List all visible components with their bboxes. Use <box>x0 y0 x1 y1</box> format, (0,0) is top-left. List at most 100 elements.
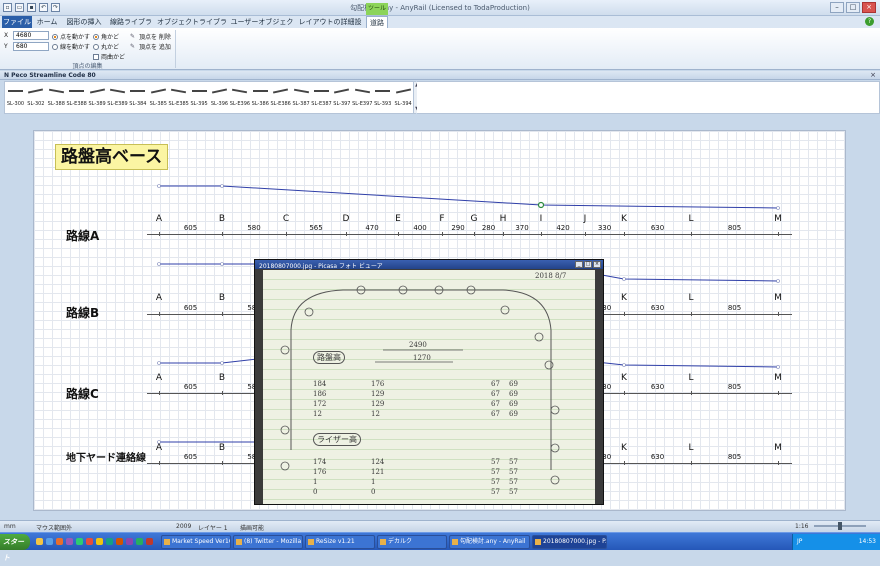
tab-object-library[interactable]: オブジェクトライブラリ <box>157 16 227 38</box>
double-curve-corner-option[interactable]: 両曲かど <box>93 52 125 61</box>
quicklaunch-app-icon[interactable] <box>76 538 83 545</box>
minimize-button[interactable]: – <box>830 2 844 13</box>
library-item[interactable]: SL-E385 <box>168 82 189 113</box>
picasa-minimize-button[interactable]: _ <box>575 261 583 268</box>
library-item[interactable]: SL-E396 <box>229 82 250 113</box>
library-item-label: SL-E387 <box>311 101 332 107</box>
profile-vertex[interactable] <box>220 262 224 266</box>
library-item[interactable]: SL-E386 <box>270 82 291 113</box>
profile-vertex[interactable] <box>157 184 161 188</box>
start-button[interactable]: スタート <box>0 534 30 562</box>
profile-vertex[interactable] <box>776 279 780 283</box>
note-value: 0 <box>313 488 318 496</box>
move-line-option[interactable]: 線を動かす <box>52 42 90 51</box>
x-coordinate-input[interactable] <box>13 31 49 40</box>
profile-vertex[interactable] <box>220 361 224 365</box>
distance-label: 805 <box>727 224 742 232</box>
distance-label: 630 <box>650 383 665 391</box>
move-point-option[interactable]: 点を動かす <box>52 32 90 41</box>
track-piece-icon <box>334 88 350 94</box>
taskbar-task[interactable]: デカルク <box>377 535 447 549</box>
quicklaunch-app7-icon[interactable] <box>136 538 143 545</box>
library-item[interactable]: SL-E387 <box>311 82 332 113</box>
quicklaunch-app5-icon[interactable] <box>116 538 123 545</box>
taskbar-task[interactable]: ReSize v1.21 <box>305 535 375 549</box>
library-close-icon[interactable]: × <box>870 71 876 79</box>
quicklaunch-folder-icon[interactable] <box>36 538 43 545</box>
library-item[interactable]: SL-388 <box>46 82 67 113</box>
sharp-corner-option[interactable]: 角かど <box>93 32 119 41</box>
quicklaunch-app4-icon[interactable] <box>106 538 113 545</box>
picasa-maximize-button[interactable]: □ <box>584 261 592 268</box>
library-item[interactable]: SL-395 <box>189 82 210 113</box>
library-item[interactable]: SL-300 <box>5 82 26 113</box>
quicklaunch-app2-icon[interactable] <box>86 538 93 545</box>
tab-track-library[interactable]: 線路ライブラリ <box>107 16 155 38</box>
zoom-slider-thumb[interactable] <box>838 522 842 530</box>
picasa-title-bar[interactable]: 20180807000.jpg - Picasa フォト ビューア _ □ × <box>255 260 603 270</box>
ribbon-tabs: ファイル ホーム 図形の挿入 線路ライブラリ オブジェクトライブラリ ユーザーオ… <box>0 16 880 38</box>
track-piece-icon <box>69 90 85 92</box>
tab-insert-shape[interactable]: 図形の挿入 <box>62 16 106 28</box>
picasa-photo-viewer[interactable]: 20180807000.jpg - Picasa フォト ビューア _ □ × <box>254 259 604 505</box>
library-item[interactable]: SL-396 <box>209 82 230 113</box>
library-item[interactable]: SL-389 <box>87 82 108 113</box>
library-item[interactable]: SL-E388 <box>66 82 87 113</box>
profile-vertex[interactable] <box>622 363 626 367</box>
library-item[interactable]: SL-387 <box>291 82 312 113</box>
taskbar-task[interactable]: Market Speed Ver16.2 <box>161 535 231 549</box>
tab-road[interactable]: 道路 <box>366 16 388 28</box>
quicklaunch-ie-icon[interactable] <box>46 538 53 545</box>
library-item[interactable]: SL-E397 <box>352 82 373 113</box>
note-value: 57 <box>509 468 518 476</box>
library-item[interactable]: SL-E389 <box>107 82 128 113</box>
picasa-close-button[interactable]: × <box>593 261 601 268</box>
station-label: H <box>499 214 507 224</box>
profile-vertex[interactable] <box>157 262 161 266</box>
delete-vertex-button[interactable]: ✎ 頂点を 削除 <box>130 32 171 41</box>
profile-vertex[interactable] <box>776 206 780 210</box>
tab-layout-detail[interactable]: レイアウトの詳細設定 <box>297 16 363 38</box>
distance-ruler <box>147 232 792 236</box>
maximize-button[interactable]: □ <box>846 2 860 13</box>
library-item[interactable]: SL-393 <box>372 82 393 113</box>
taskbar-task[interactable]: 勾配検討.any - AnyRail <box>449 535 530 549</box>
note-value: 67 <box>491 380 500 388</box>
taskbar-task[interactable]: 20180807000.jpg - P... <box>532 535 607 549</box>
radio-icon <box>93 33 99 40</box>
route-profile-line[interactable] <box>159 185 779 209</box>
library-item[interactable]: SL-397 <box>331 82 352 113</box>
profile-vertex[interactable] <box>220 184 224 188</box>
selected-vertex[interactable] <box>537 201 545 209</box>
quicklaunch-app3-icon[interactable] <box>96 538 103 545</box>
ruler-tick <box>398 232 399 236</box>
profile-vertex[interactable] <box>622 277 626 281</box>
quicklaunch-app8-icon[interactable] <box>146 538 153 545</box>
close-button[interactable]: × <box>862 2 876 13</box>
library-item[interactable]: SL-384 <box>127 82 148 113</box>
profile-vertex[interactable] <box>157 361 161 365</box>
tab-user-object[interactable]: ユーザーオブジェクト <box>229 16 295 38</box>
add-vertex-button[interactable]: ✎ 頂点を 追加 <box>130 42 171 51</box>
station-label: M <box>774 443 782 453</box>
round-corner-option[interactable]: 丸かど <box>93 42 119 51</box>
y-coordinate-input[interactable] <box>13 42 49 51</box>
profile-vertex[interactable] <box>776 365 780 369</box>
taskbar-task[interactable]: (8) Twitter - Mozilla Fir... <box>233 535 303 549</box>
station-label: M <box>774 293 782 303</box>
distance-label: 805 <box>727 304 742 312</box>
canvas-title-label: 路盤高ベース <box>55 144 169 170</box>
tray-language[interactable]: JP <box>797 538 802 545</box>
quicklaunch-firefox-icon[interactable] <box>56 538 63 545</box>
library-item-label: SL-E389 <box>107 101 128 107</box>
track-piece-icon <box>375 90 391 92</box>
library-item[interactable]: SL-385 <box>148 82 169 113</box>
library-item[interactable]: SL-302 <box>25 82 46 113</box>
tab-home[interactable]: ホーム <box>34 16 60 28</box>
quicklaunch-app6-icon[interactable] <box>126 538 133 545</box>
quicklaunch-media-icon[interactable] <box>66 538 73 545</box>
help-icon[interactable]: ? <box>865 17 874 26</box>
library-item[interactable]: SL-394 <box>393 82 414 113</box>
library-item[interactable]: SL-386 <box>250 82 271 113</box>
tab-file[interactable]: ファイル <box>2 16 32 28</box>
